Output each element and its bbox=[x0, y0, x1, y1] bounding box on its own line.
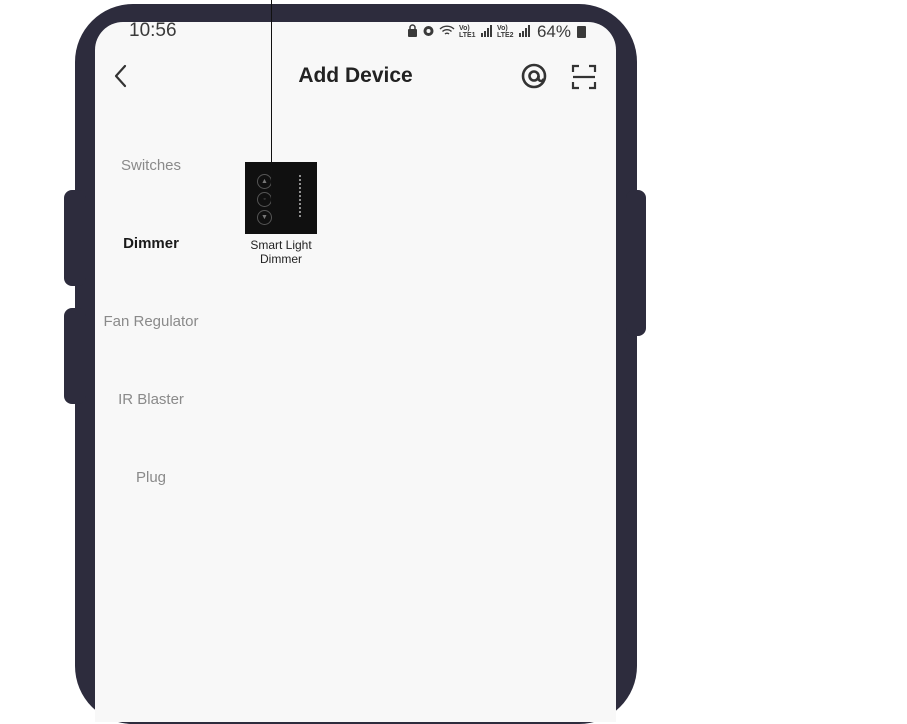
status-icons: Vo) LTE1 Vo) LTE2 64% bbox=[407, 22, 586, 42]
up-arrow-icon: ▲ bbox=[257, 174, 272, 189]
category-dimmer[interactable]: Dimmer bbox=[95, 236, 207, 314]
app-screen: 10:56 Vo) LTE1 Vo) LTE2 64% Add Device S… bbox=[95, 22, 616, 722]
scan-button[interactable] bbox=[571, 64, 597, 90]
at-button[interactable] bbox=[520, 62, 548, 90]
battery-icon bbox=[577, 26, 586, 38]
status-time: 10:56 bbox=[129, 22, 177, 41]
lock-icon bbox=[407, 24, 418, 40]
wifi-icon bbox=[439, 24, 455, 40]
signal-icon bbox=[518, 24, 531, 40]
volume-down-button bbox=[64, 308, 86, 404]
category-switches[interactable]: Switches bbox=[95, 158, 207, 236]
signal-icon bbox=[480, 24, 493, 40]
annotation-pointer-line bbox=[271, 0, 272, 205]
battery-percent: 64% bbox=[536, 22, 571, 41]
sim2-label: Vo) LTE2 bbox=[496, 25, 514, 39]
brightness-dots bbox=[299, 175, 301, 219]
power-button bbox=[626, 190, 646, 336]
smart-light-dimmer-image: ▲ ◦ ▼ bbox=[245, 162, 317, 234]
category-ir-blaster[interactable]: IR Blaster bbox=[95, 392, 207, 470]
alarm-icon bbox=[422, 24, 435, 40]
category-plug[interactable]: Plug bbox=[95, 470, 207, 548]
volume-up-button bbox=[64, 190, 86, 286]
sim1-label: Vo) LTE1 bbox=[458, 25, 476, 39]
top-bar: Add Device bbox=[95, 62, 616, 92]
device-label: Smart Light Dimmer bbox=[240, 238, 322, 266]
category-list: Switches Dimmer Fan Regulator IR Blaster… bbox=[95, 158, 207, 548]
at-sign-icon bbox=[520, 63, 548, 94]
device-label-line1: Smart Light bbox=[250, 238, 312, 252]
device-card-smart-light-dimmer[interactable]: ▲ ◦ ▼ Smart Light Dimmer bbox=[240, 162, 322, 266]
category-fan-regulator[interactable]: Fan Regulator bbox=[95, 314, 207, 392]
device-label-line2: Dimmer bbox=[260, 252, 302, 266]
down-arrow-icon: ▼ bbox=[257, 210, 272, 225]
status-bar: 10:56 Vo) LTE1 Vo) LTE2 64% bbox=[95, 22, 616, 42]
scan-frame-icon bbox=[571, 64, 597, 94]
power-icon: ◦ bbox=[257, 192, 272, 207]
